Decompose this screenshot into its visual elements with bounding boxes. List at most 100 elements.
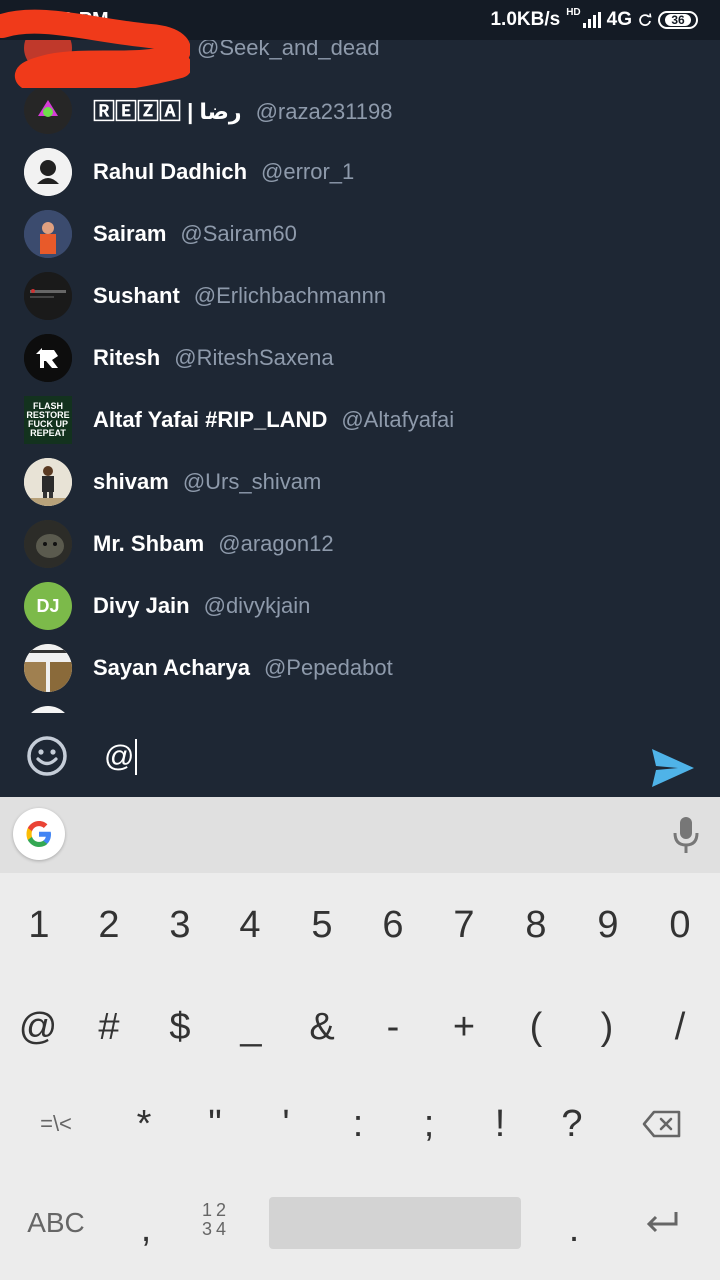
avatar-image: [24, 148, 72, 196]
status-indicators: 1.0KB/s HD 4G 36: [490, 6, 698, 31]
key-right-paren[interactable]: ): [571, 987, 643, 1067]
key-asterisk[interactable]: *: [108, 1084, 180, 1164]
key-single-quote[interactable]: ': [250, 1084, 322, 1164]
key-left-paren[interactable]: (: [500, 987, 572, 1067]
mention-name: Sushant: [93, 283, 180, 308]
mic-icon[interactable]: [672, 815, 700, 855]
avatar-image: [24, 644, 72, 692]
key-0[interactable]: 0: [644, 885, 716, 965]
text-caret: [135, 739, 138, 775]
mention-item[interactable]: FLASH RESTORE FUCK UP REPEAT Altaf Yafai…: [0, 389, 720, 451]
mention-item[interactable]: DJ Divy Jain @divykjain: [0, 575, 720, 637]
message-text: @: [104, 740, 135, 773]
key-4[interactable]: 4: [214, 885, 286, 965]
key-semicolon[interactable]: ;: [393, 1084, 465, 1164]
key-ampersand[interactable]: &: [286, 987, 358, 1067]
key-underscore[interactable]: _: [215, 987, 287, 1067]
key-5[interactable]: 5: [286, 885, 358, 965]
key-1[interactable]: 1: [3, 885, 75, 965]
mention-item[interactable]: Ritesh @RiteshSaxena: [0, 327, 720, 389]
mention-handle: @aragon12: [218, 531, 334, 556]
key-plus[interactable]: +: [428, 987, 500, 1067]
mention-item[interactable]: [0, 699, 720, 713]
avatar: [24, 520, 72, 568]
mention-handle: @Pepedabot: [263, 655, 393, 680]
mention-name: Sairam: [93, 221, 167, 246]
mention-suggestion-list: @Seek_and_dead 🅁🄴🅉🄰 | رضا @raza231198 Ra…: [0, 17, 720, 713]
mention-handle: @error_1: [261, 159, 355, 184]
key-at[interactable]: @: [2, 987, 74, 1067]
mention-item[interactable]: Rahul Dadhich @error_1: [0, 141, 720, 203]
key-8[interactable]: 8: [500, 885, 572, 965]
signal-icon: [582, 12, 601, 28]
key-9[interactable]: 9: [572, 885, 644, 965]
key-double-quote[interactable]: ": [179, 1084, 251, 1164]
mention-item[interactable]: Mr. Shbam @aragon12: [0, 513, 720, 575]
mention-name: Sayan Acharya: [93, 655, 250, 680]
mention-handle: @Urs_shivam: [182, 469, 322, 494]
avatar: [24, 86, 72, 134]
key-7[interactable]: 7: [428, 885, 500, 965]
mention-name: Altaf Yafai #RIP_LAND: [93, 407, 328, 432]
key-exclamation[interactable]: !: [464, 1084, 536, 1164]
message-input[interactable]: @: [104, 737, 138, 777]
avatar: [24, 706, 72, 713]
soft-keyboard: 1 2 3 4 5 6 7 8 9 0 @ # $ _ & - + ( ) / …: [0, 797, 720, 1280]
mention-handle: @Sairam60: [180, 221, 297, 246]
mention-handle: @divykjain: [203, 593, 311, 618]
backspace-icon: [642, 1110, 681, 1138]
google-logo: [26, 821, 51, 847]
mention-item[interactable]: Sushant @Erlichbachmannn: [0, 265, 720, 327]
status-time: 12:42 PM: [22, 9, 109, 31]
mention-name: Ritesh: [93, 345, 161, 370]
key-dollar[interactable]: $: [144, 987, 216, 1067]
key-6[interactable]: 6: [357, 885, 429, 965]
mention-item[interactable]: 🅁🄴🅉🄰 | رضا @raza231198: [0, 79, 720, 141]
emoji-icon[interactable]: [26, 735, 68, 777]
avatar: [24, 210, 72, 258]
space-key[interactable]: [269, 1197, 521, 1249]
key-more-symbols[interactable]: =\<: [20, 1084, 92, 1164]
avatar: [24, 334, 72, 382]
network-speed: 1.0KB/s: [490, 9, 561, 30]
mention-handle: @RiteshSaxena: [174, 345, 334, 370]
hd-label: HD: [566, 6, 581, 18]
mention-handle: @Erlichbachmannn: [193, 283, 387, 308]
mention-item[interactable]: shivam @Urs_shivam: [0, 451, 720, 513]
avatar-image: [24, 458, 72, 506]
avatar: FLASH RESTORE FUCK UP REPEAT: [24, 396, 72, 444]
key-minus[interactable]: -: [357, 987, 429, 1067]
mention-item[interactable]: Sairam @Sairam60: [0, 203, 720, 265]
key-numpad[interactable]: 12 34: [196, 1201, 236, 1241]
key-enter[interactable]: [626, 1183, 698, 1263]
mention-handle: @Altafyafai: [341, 407, 455, 432]
key-comma[interactable]: ,: [110, 1189, 182, 1269]
key-question[interactable]: ?: [536, 1084, 608, 1164]
google-icon[interactable]: [13, 808, 65, 860]
avatar-image: [24, 520, 72, 568]
mention-name: shivam: [93, 469, 169, 494]
key-slash[interactable]: /: [644, 987, 716, 1067]
mention-handle: @raza231198: [255, 99, 393, 124]
avatar: [24, 148, 72, 196]
avatar-image: [24, 210, 72, 258]
key-abc[interactable]: ABC: [20, 1183, 92, 1263]
network-type: 4G: [606, 9, 632, 30]
mention-name: Mr. Shbam: [93, 531, 205, 556]
avatar-image: [24, 272, 72, 320]
key-hash[interactable]: #: [73, 987, 145, 1067]
key-2[interactable]: 2: [73, 885, 145, 965]
sync-icon: [639, 13, 652, 26]
key-period[interactable]: .: [538, 1189, 610, 1269]
key-3[interactable]: 3: [144, 885, 216, 965]
key-backspace[interactable]: [626, 1084, 698, 1164]
avatar-image: [24, 86, 72, 134]
mention-name: 🅁🄴🅉🄰 | رضا: [93, 99, 242, 124]
key-colon[interactable]: :: [322, 1084, 394, 1164]
app-screen: { "status_bar": { "time": "12:42 PM", "n…: [0, 0, 720, 1280]
send-icon[interactable]: [650, 747, 696, 789]
avatar: [24, 644, 72, 692]
compose-bar: @: [0, 713, 720, 797]
battery-level: 36: [665, 14, 691, 26]
mention-item[interactable]: Sayan Acharya @Pepedabot: [0, 637, 720, 699]
